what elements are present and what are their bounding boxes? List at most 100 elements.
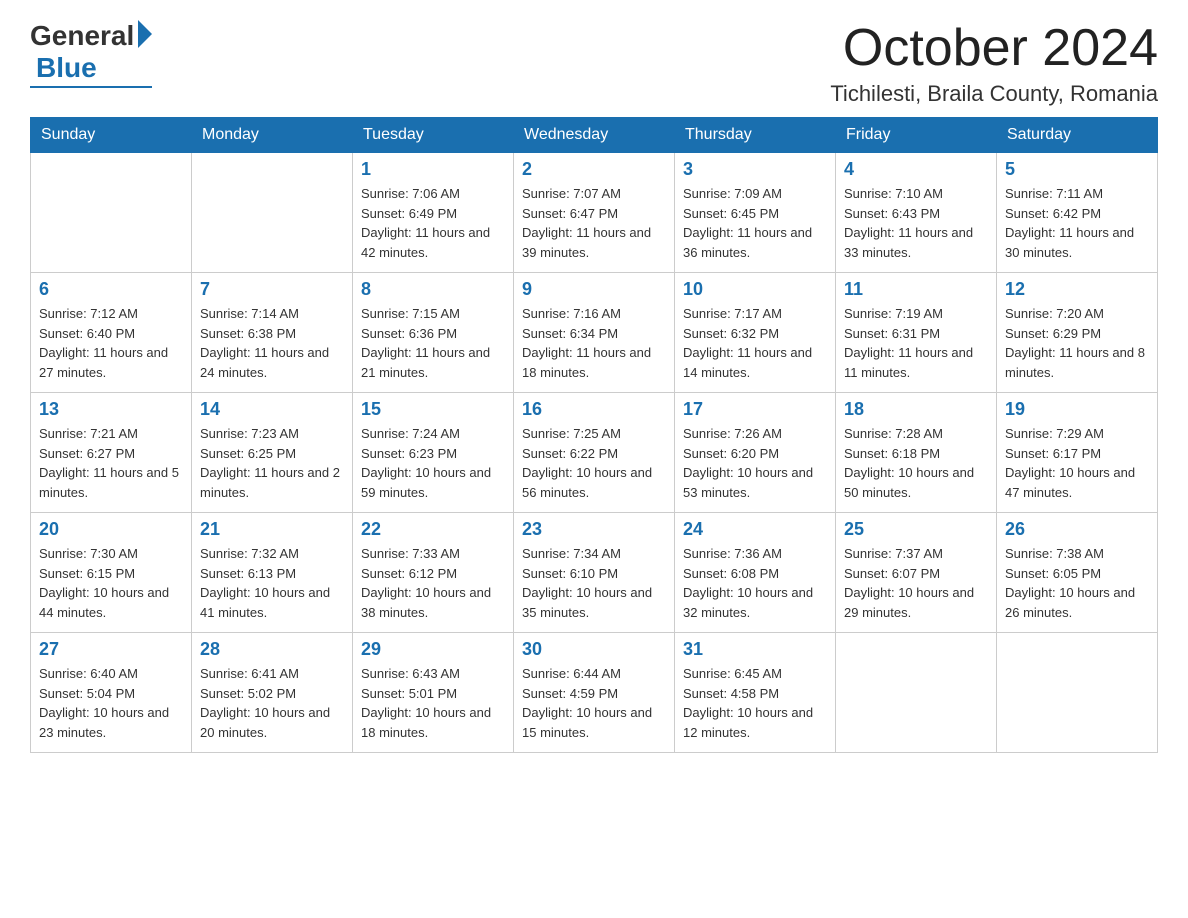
day-number: 13 xyxy=(39,399,183,420)
calendar-header-sunday: Sunday xyxy=(31,118,192,153)
day-number: 10 xyxy=(683,279,827,300)
calendar-week-row: 1Sunrise: 7:06 AMSunset: 6:49 PMDaylight… xyxy=(31,153,1158,273)
calendar-cell xyxy=(31,153,192,273)
day-number: 18 xyxy=(844,399,988,420)
calendar-header-saturday: Saturday xyxy=(997,118,1158,153)
day-info: Sunrise: 7:34 AMSunset: 6:10 PMDaylight:… xyxy=(522,544,666,622)
day-number: 29 xyxy=(361,639,505,660)
day-info: Sunrise: 7:16 AMSunset: 6:34 PMDaylight:… xyxy=(522,304,666,382)
calendar-cell: 9Sunrise: 7:16 AMSunset: 6:34 PMDaylight… xyxy=(514,273,675,393)
day-number: 22 xyxy=(361,519,505,540)
calendar-week-row: 13 Sunrise: 7:21 AMSunset: 6:27 PMDayligh… xyxy=(31,393,1158,513)
calendar-cell: 30 Sunrise: 6:44 AMSunset: 4:59 PMDayligh… xyxy=(514,633,675,753)
logo: General Blue xyxy=(30,20,152,88)
day-number: 31 xyxy=(683,639,827,660)
calendar-cell: 4Sunrise: 7:10 AMSunset: 6:43 PMDaylight… xyxy=(836,153,997,273)
calendar-cell xyxy=(192,153,353,273)
day-info: Sunrise: 6:44 AMSunset: 4:59 PMDaylight:… xyxy=(522,664,666,742)
day-info: Sunrise: 7:32 AMSunset: 6:13 PMDaylight:… xyxy=(200,544,344,622)
day-info: Sunrise: 7:24 AMSunset: 6:23 PMDaylight:… xyxy=(361,424,505,502)
day-info: Sunrise: 7:09 AMSunset: 6:45 PMDaylight:… xyxy=(683,184,827,262)
logo-arrow-icon xyxy=(138,20,152,48)
calendar-week-row: 27 Sunrise: 6:40 AMSunset: 5:04 PMDayligh… xyxy=(31,633,1158,753)
day-info: Sunrise: 6:41 AMSunset: 5:02 PMDaylight:… xyxy=(200,664,344,742)
calendar-cell: 19 Sunrise: 7:29 AMSunset: 6:17 PMDayligh… xyxy=(997,393,1158,513)
calendar-header-row: SundayMondayTuesdayWednesdayThursdayFrid… xyxy=(31,118,1158,153)
day-info: Sunrise: 6:40 AMSunset: 5:04 PMDaylight:… xyxy=(39,664,183,742)
location-title: Tichilesti, Braila County, Romania xyxy=(830,81,1158,107)
calendar-week-row: 20Sunrise: 7:30 AMSunset: 6:15 PMDayligh… xyxy=(31,513,1158,633)
calendar-cell: 3 Sunrise: 7:09 AMSunset: 6:45 PMDaylight… xyxy=(675,153,836,273)
day-info: Sunrise: 7:17 AMSunset: 6:32 PMDaylight:… xyxy=(683,304,827,382)
calendar-cell: 16Sunrise: 7:25 AMSunset: 6:22 PMDayligh… xyxy=(514,393,675,513)
day-number: 17 xyxy=(683,399,827,420)
day-number: 2 xyxy=(522,159,666,180)
day-number: 28 xyxy=(200,639,344,660)
day-number: 8 xyxy=(361,279,505,300)
day-number: 15 xyxy=(361,399,505,420)
day-number: 1 xyxy=(361,159,505,180)
day-number: 25 xyxy=(844,519,988,540)
day-info: Sunrise: 7:21 AMSunset: 6:27 PMDaylight:… xyxy=(39,424,183,502)
logo-underline xyxy=(30,86,152,88)
day-info: Sunrise: 7:29 AMSunset: 6:17 PMDaylight:… xyxy=(1005,424,1149,502)
day-info: Sunrise: 6:43 AMSunset: 5:01 PMDaylight:… xyxy=(361,664,505,742)
month-title: October 2024 xyxy=(830,20,1158,77)
day-info: Sunrise: 7:23 AMSunset: 6:25 PMDaylight:… xyxy=(200,424,344,502)
calendar-cell: 13 Sunrise: 7:21 AMSunset: 6:27 PMDayligh… xyxy=(31,393,192,513)
day-number: 4 xyxy=(844,159,988,180)
calendar-header-thursday: Thursday xyxy=(675,118,836,153)
calendar-cell: 10 Sunrise: 7:17 AMSunset: 6:32 PMDayligh… xyxy=(675,273,836,393)
day-number: 20 xyxy=(39,519,183,540)
calendar-cell: 8Sunrise: 7:15 AMSunset: 6:36 PMDaylight… xyxy=(353,273,514,393)
calendar-cell: 17 Sunrise: 7:26 AMSunset: 6:20 PMDayligh… xyxy=(675,393,836,513)
day-number: 12 xyxy=(1005,279,1149,300)
day-info: Sunrise: 7:36 AMSunset: 6:08 PMDaylight:… xyxy=(683,544,827,622)
calendar-cell: 22 Sunrise: 7:33 AMSunset: 6:12 PMDayligh… xyxy=(353,513,514,633)
calendar-cell: 1Sunrise: 7:06 AMSunset: 6:49 PMDaylight… xyxy=(353,153,514,273)
day-number: 6 xyxy=(39,279,183,300)
day-info: Sunrise: 7:25 AMSunset: 6:22 PMDaylight:… xyxy=(522,424,666,502)
calendar-cell: 25 Sunrise: 7:37 AMSunset: 6:07 PMDayligh… xyxy=(836,513,997,633)
title-section: October 2024 Tichilesti, Braila County, … xyxy=(830,20,1158,107)
calendar-header-wednesday: Wednesday xyxy=(514,118,675,153)
day-info: Sunrise: 7:26 AMSunset: 6:20 PMDaylight:… xyxy=(683,424,827,502)
day-info: Sunrise: 7:11 AMSunset: 6:42 PMDaylight:… xyxy=(1005,184,1149,262)
calendar-cell: 31 Sunrise: 6:45 AMSunset: 4:58 PMDayligh… xyxy=(675,633,836,753)
day-info: Sunrise: 7:19 AMSunset: 6:31 PMDaylight:… xyxy=(844,304,988,382)
day-number: 7 xyxy=(200,279,344,300)
calendar-cell: 20Sunrise: 7:30 AMSunset: 6:15 PMDayligh… xyxy=(31,513,192,633)
calendar-cell: 18 Sunrise: 7:28 AMSunset: 6:18 PMDayligh… xyxy=(836,393,997,513)
calendar-cell: 2 Sunrise: 7:07 AMSunset: 6:47 PMDaylight… xyxy=(514,153,675,273)
day-number: 30 xyxy=(522,639,666,660)
calendar-cell xyxy=(836,633,997,753)
day-info: Sunrise: 7:37 AMSunset: 6:07 PMDaylight:… xyxy=(844,544,988,622)
day-info: Sunrise: 7:28 AMSunset: 6:18 PMDaylight:… xyxy=(844,424,988,502)
calendar-cell: 26 Sunrise: 7:38 AMSunset: 6:05 PMDayligh… xyxy=(997,513,1158,633)
logo-blue-text: Blue xyxy=(36,52,97,84)
day-number: 3 xyxy=(683,159,827,180)
calendar-week-row: 6 Sunrise: 7:12 AMSunset: 6:40 PMDaylight… xyxy=(31,273,1158,393)
day-number: 14 xyxy=(200,399,344,420)
day-info: Sunrise: 7:20 AMSunset: 6:29 PMDaylight:… xyxy=(1005,304,1149,382)
day-number: 19 xyxy=(1005,399,1149,420)
calendar-cell: 6 Sunrise: 7:12 AMSunset: 6:40 PMDaylight… xyxy=(31,273,192,393)
day-info: Sunrise: 7:07 AMSunset: 6:47 PMDaylight:… xyxy=(522,184,666,262)
day-info: Sunrise: 7:38 AMSunset: 6:05 PMDaylight:… xyxy=(1005,544,1149,622)
day-info: Sunrise: 7:33 AMSunset: 6:12 PMDaylight:… xyxy=(361,544,505,622)
calendar-cell: 21Sunrise: 7:32 AMSunset: 6:13 PMDayligh… xyxy=(192,513,353,633)
calendar-cell: 5 Sunrise: 7:11 AMSunset: 6:42 PMDaylight… xyxy=(997,153,1158,273)
day-info: Sunrise: 6:45 AMSunset: 4:58 PMDaylight:… xyxy=(683,664,827,742)
calendar-cell: 28 Sunrise: 6:41 AMSunset: 5:02 PMDayligh… xyxy=(192,633,353,753)
calendar-cell: 23Sunrise: 7:34 AMSunset: 6:10 PMDayligh… xyxy=(514,513,675,633)
calendar-cell: 27 Sunrise: 6:40 AMSunset: 5:04 PMDayligh… xyxy=(31,633,192,753)
day-number: 5 xyxy=(1005,159,1149,180)
day-number: 26 xyxy=(1005,519,1149,540)
calendar-cell: 24 Sunrise: 7:36 AMSunset: 6:08 PMDayligh… xyxy=(675,513,836,633)
calendar-header-monday: Monday xyxy=(192,118,353,153)
day-number: 24 xyxy=(683,519,827,540)
calendar-header-friday: Friday xyxy=(836,118,997,153)
day-number: 27 xyxy=(39,639,183,660)
day-info: Sunrise: 7:14 AMSunset: 6:38 PMDaylight:… xyxy=(200,304,344,382)
day-info: Sunrise: 7:12 AMSunset: 6:40 PMDaylight:… xyxy=(39,304,183,382)
